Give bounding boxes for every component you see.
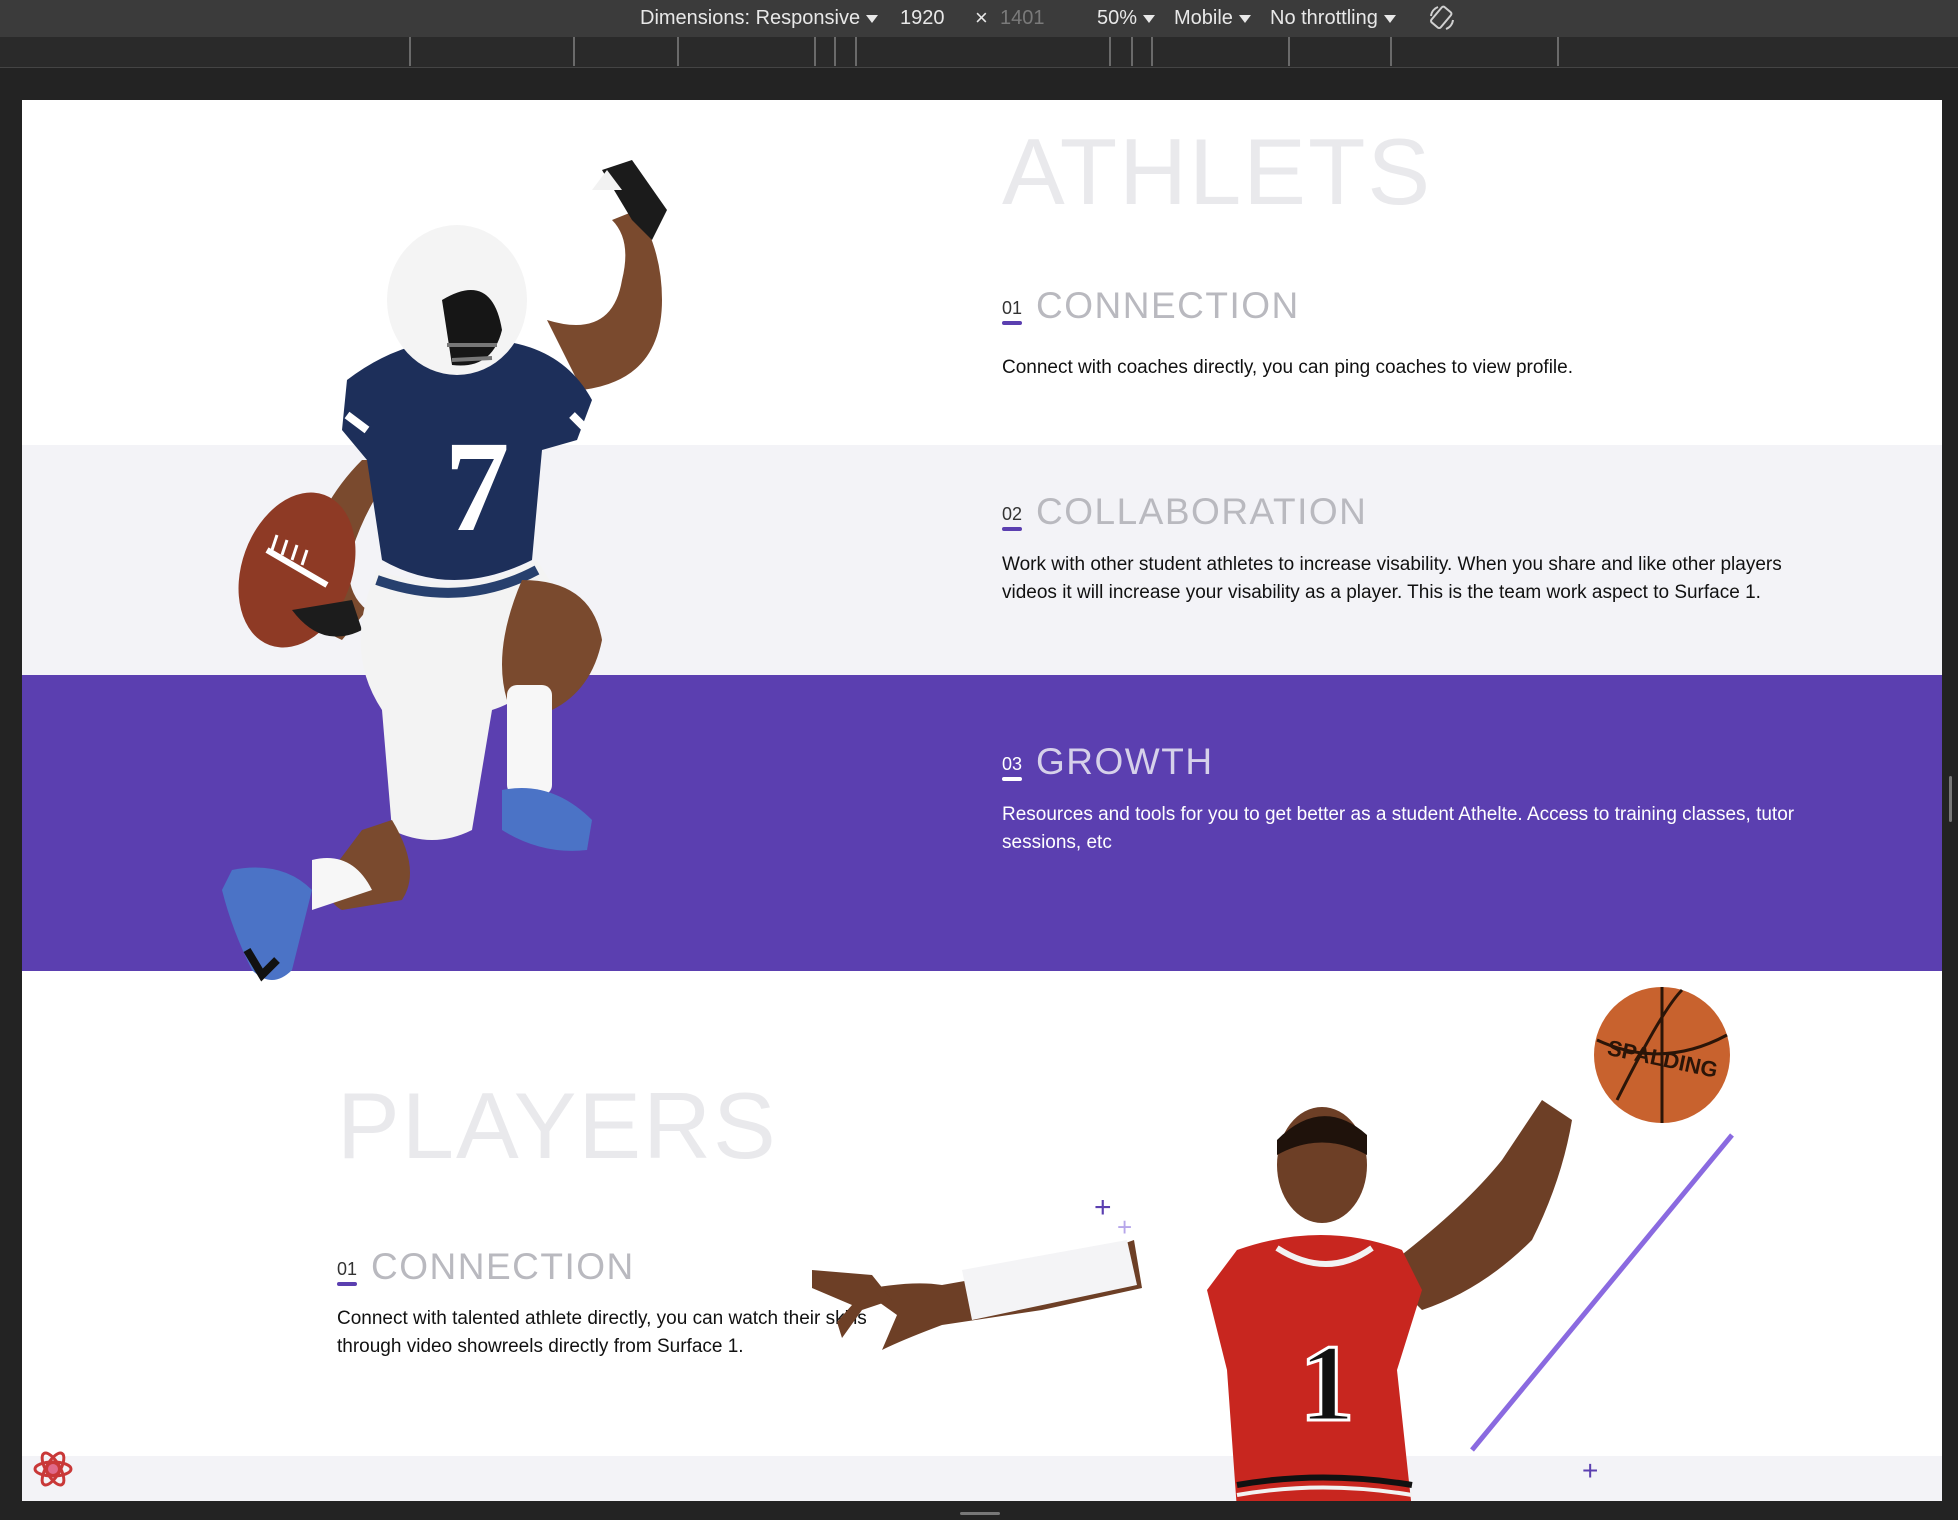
chevron-down-icon <box>1383 14 1396 23</box>
ruler-tick[interactable] <box>1288 37 1290 66</box>
times-icon: × <box>975 5 988 30</box>
chevron-down-icon <box>1238 14 1251 23</box>
feature-title: COLLABORATION <box>1036 491 1368 532</box>
react-devtools-icon[interactable] <box>32 1448 74 1490</box>
throttling-dropdown[interactable]: No throttling <box>1270 5 1396 31</box>
players-title: PLAYERS <box>337 1073 778 1178</box>
feature-header: 03 GROWTH <box>1002 743 1214 781</box>
plus-icon: + <box>1582 1455 1598 1486</box>
media-query-ruler <box>0 37 1958 68</box>
plus-icon: + <box>1094 1191 1112 1224</box>
chevron-down-icon <box>866 14 879 23</box>
feature-number: 03 <box>1002 754 1023 781</box>
height-input[interactable]: 1401 <box>1000 5 1045 31</box>
ruler-tick[interactable] <box>1390 37 1392 66</box>
devtools-device-toolbar: Dimensions: Responsive 1920 × 1401 50% M… <box>0 0 1958 37</box>
feature-title: GROWTH <box>1036 741 1214 782</box>
feature-description: Connect with coaches directly, you can p… <box>1002 357 1574 378</box>
dimensions-dropdown[interactable]: Dimensions: Responsive <box>640 5 879 31</box>
plus-icon: + <box>1117 1212 1132 1242</box>
feature-title: CONNECTION <box>371 1246 635 1287</box>
feature-description: Resources and tools for you to get bette… <box>1002 804 1795 853</box>
chevron-down-icon <box>1143 14 1156 23</box>
zoom-label: 50% <box>1097 7 1138 29</box>
athletes-title: ATHLETS <box>1002 119 1433 224</box>
ruler-tick[interactable] <box>677 37 679 66</box>
feature-header: 01 CONNECTION <box>337 1248 635 1286</box>
feature-header: 02 COLLABORATION <box>1002 493 1367 531</box>
feature-description: Work with other student athletes to incr… <box>1002 554 1782 603</box>
feature-title: CONNECTION <box>1036 285 1300 326</box>
rotate-icon[interactable] <box>1428 4 1456 32</box>
ruler-tick[interactable] <box>834 37 836 66</box>
feature-header: 01 CONNECTION <box>1002 287 1300 325</box>
ruler-tick[interactable] <box>573 37 575 66</box>
ruler-tick[interactable] <box>814 37 816 66</box>
dimensions-label: Dimensions: Responsive <box>640 7 861 29</box>
device-dropdown[interactable]: Mobile <box>1174 5 1251 31</box>
ruler-tick[interactable] <box>1151 37 1153 66</box>
throttling-label: No throttling <box>1270 7 1378 29</box>
ruler-tick[interactable] <box>409 37 411 66</box>
ruler-tick[interactable] <box>855 37 857 66</box>
resize-handle[interactable] <box>1949 776 1952 822</box>
football-player-image: 7 <box>222 160 667 982</box>
feature-number: 01 <box>337 1259 358 1286</box>
ruler-tick[interactable] <box>1109 37 1111 66</box>
page-viewport: 7 ATHLETS 01 CONNECTION Connect with coa… <box>22 100 1942 1501</box>
feature-number: 01 <box>1002 298 1023 325</box>
basketball-player-image: + + + SPALDING 1 <box>812 987 1734 1501</box>
ruler-tick[interactable] <box>1557 37 1559 66</box>
ruler-tick[interactable] <box>1131 37 1133 66</box>
feature-number: 02 <box>1002 504 1023 531</box>
jersey-number: 1 <box>1300 1322 1355 1444</box>
jersey-number: 7 <box>445 415 510 559</box>
width-input[interactable]: 1920 <box>900 5 945 31</box>
device-label: Mobile <box>1174 7 1233 29</box>
zoom-dropdown[interactable]: 50% <box>1097 5 1156 31</box>
resize-handle[interactable] <box>960 1512 1000 1515</box>
